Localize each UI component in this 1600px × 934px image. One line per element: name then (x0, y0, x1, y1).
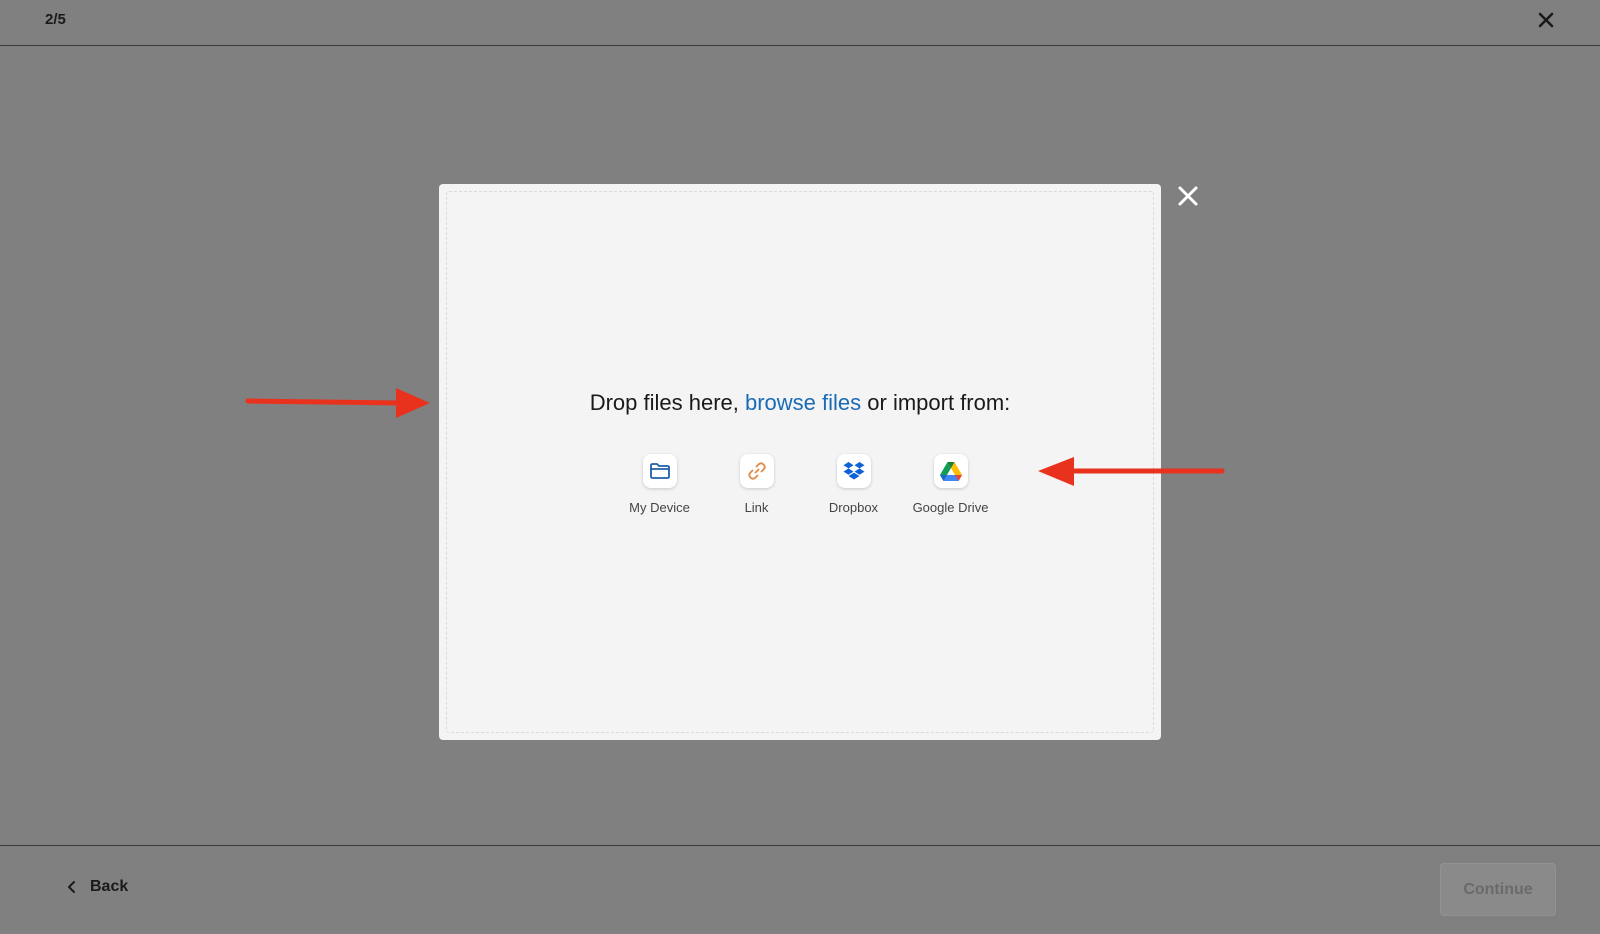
source-my-device[interactable]: My Device (611, 454, 708, 515)
source-label: Link (744, 500, 769, 515)
headline-prefix: Drop files here, (589, 390, 745, 415)
source-label: Google Drive (912, 500, 989, 515)
step-indicator: 2/5 (45, 11, 66, 28)
folder-icon (642, 454, 677, 488)
headline-suffix: or import from: (861, 390, 1011, 415)
close-icon[interactable] (1536, 10, 1556, 30)
source-dropbox[interactable]: Dropbox (805, 454, 902, 515)
source-google-drive[interactable]: Google Drive (902, 454, 999, 515)
google-drive-icon (933, 454, 968, 488)
source-label: Dropbox (828, 500, 879, 515)
link-icon (739, 454, 774, 488)
drop-instructions: Drop files here, browse files or import … (439, 390, 1161, 416)
back-label: Back (90, 878, 129, 895)
annotation-arrow-right (245, 388, 430, 418)
back-button[interactable]: Back (66, 878, 128, 896)
import-sources: My Device Link Dropbox Google Drive (611, 454, 999, 515)
modal-close-icon[interactable] (1176, 184, 1200, 208)
bottom-bar: Back Continue (0, 845, 1600, 934)
continue-button[interactable]: Continue (1440, 863, 1556, 916)
annotation-arrow-left (1038, 457, 1225, 486)
top-bar: 2/5 (0, 0, 1600, 46)
source-link[interactable]: Link (708, 454, 805, 515)
chevron-left-icon (68, 881, 75, 893)
dropbox-icon (836, 454, 871, 488)
browse-files-link[interactable]: browse files (745, 390, 861, 415)
source-label: My Device (629, 500, 690, 515)
